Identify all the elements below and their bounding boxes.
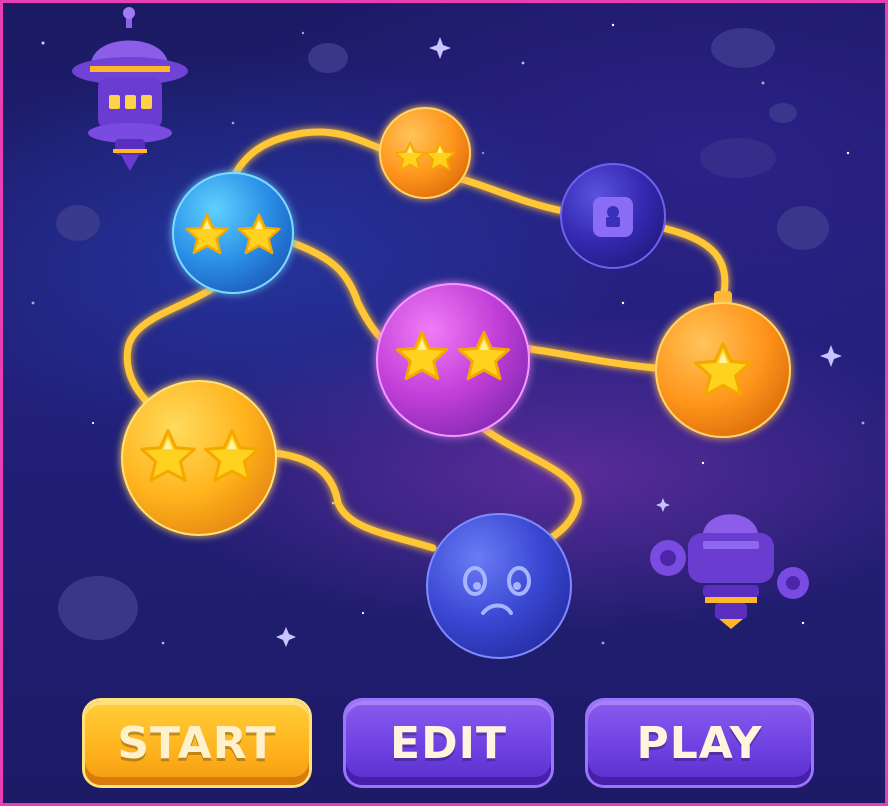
lock-icon: [593, 197, 633, 237]
spaceship-icon: [72, 7, 188, 171]
level-node-orange-top[interactable]: [379, 107, 471, 199]
level-node-orange-right[interactable]: [655, 291, 791, 438]
play-button[interactable]: PLAY: [588, 701, 811, 785]
satellite-icon: [650, 514, 809, 629]
level-node-blue[interactable]: [172, 172, 294, 294]
level-node-sad-blue[interactable]: [426, 513, 572, 659]
edit-button[interactable]: EDIT: [346, 701, 551, 785]
game-screen: START EDIT PLAY: [0, 0, 888, 806]
level-node-locked[interactable]: [560, 163, 666, 269]
level-node-magenta[interactable]: [376, 283, 530, 437]
start-button[interactable]: START: [85, 701, 309, 785]
level-node-yellow[interactable]: [121, 380, 277, 536]
level-map: [31, 7, 865, 659]
